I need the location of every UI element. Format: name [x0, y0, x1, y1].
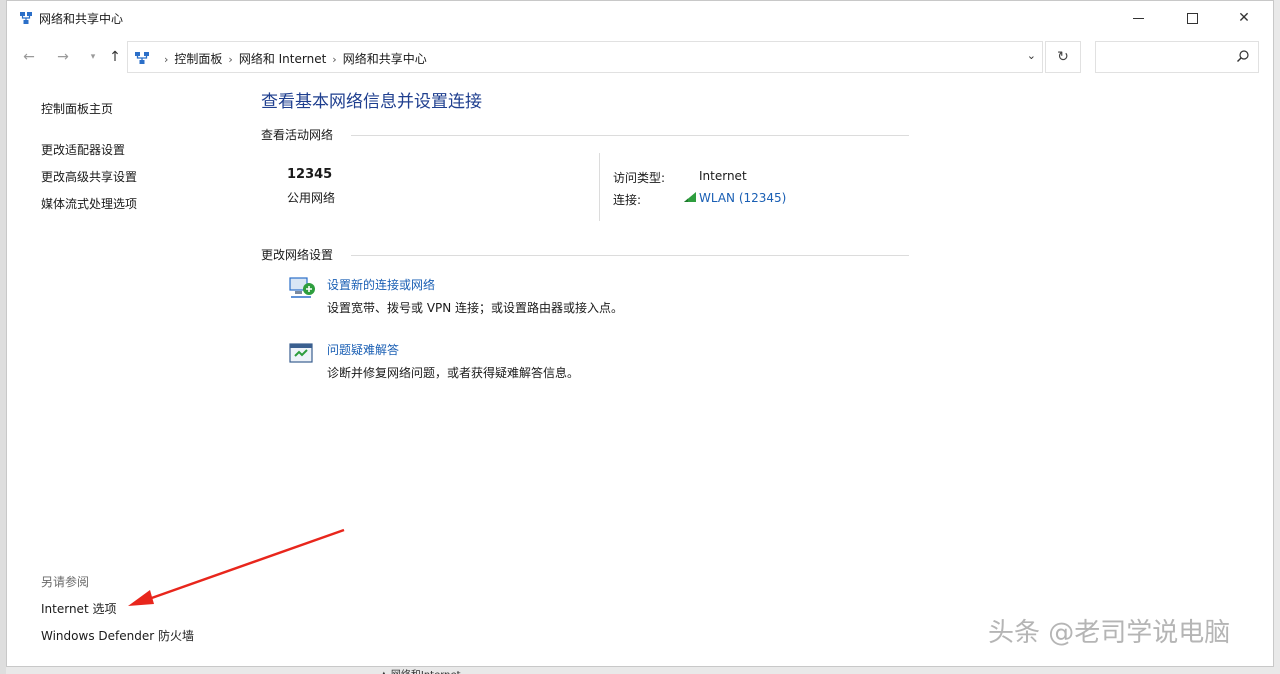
annotation-arrow [128, 528, 345, 606]
watermark-text: 头条 @老司学说电脑 [988, 618, 1231, 648]
background-window-peek: ▲ 网络和Internet [380, 666, 461, 674]
